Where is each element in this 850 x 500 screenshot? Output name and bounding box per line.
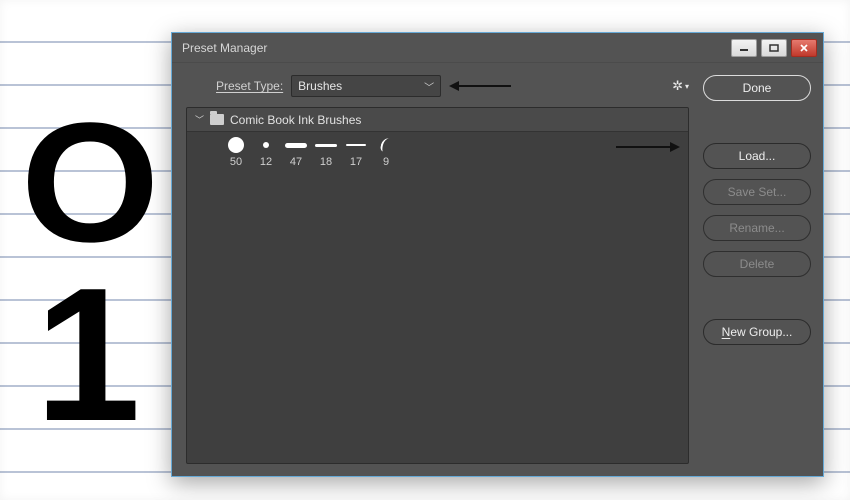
brush-item-50[interactable]: 50 xyxy=(221,136,251,168)
background-letter-1: 1 xyxy=(35,260,135,450)
close-icon xyxy=(799,44,809,52)
preset-type-label: Preset Type: xyxy=(186,79,283,93)
presets-listbox[interactable]: ﹀ Comic Book Ink Brushes 50 12 xyxy=(186,107,689,464)
brush-thumb-icon xyxy=(252,136,280,154)
brush-size-label: 50 xyxy=(230,156,242,168)
brush-size-label: 47 xyxy=(290,156,302,168)
save-set-button-label: Save Set... xyxy=(728,185,787,199)
brush-item-17[interactable]: 17 xyxy=(341,136,371,168)
annotation-arrow-right xyxy=(616,144,680,150)
maximize-icon xyxy=(769,44,779,52)
brush-item-12[interactable]: 12 xyxy=(251,136,281,168)
minimize-button[interactable] xyxy=(731,39,757,57)
minimize-icon xyxy=(739,44,749,52)
delete-button-label: Delete xyxy=(740,257,775,271)
chevron-down-icon: ﹀ xyxy=(195,113,204,126)
preset-type-value: Brushes xyxy=(298,79,342,93)
save-set-button[interactable]: Save Set... xyxy=(703,179,811,205)
done-button-label: Done xyxy=(743,81,772,95)
close-button[interactable] xyxy=(791,39,817,57)
new-group-button-label: New Group... xyxy=(722,325,793,339)
annotation-arrow-left xyxy=(449,83,511,89)
settings-menu-button[interactable]: ✲ ▾ xyxy=(672,78,689,94)
load-button[interactable]: Load... xyxy=(703,143,811,169)
brush-thumb-icon xyxy=(312,136,340,154)
maximize-button[interactable] xyxy=(761,39,787,57)
brush-row: 50 12 47 18 xyxy=(187,132,688,168)
rename-button-label: Rename... xyxy=(729,221,784,235)
brush-thumb-icon xyxy=(342,136,370,154)
brush-size-label: 17 xyxy=(350,156,362,168)
brush-size-label: 12 xyxy=(260,156,272,168)
left-panel: Preset Type: Brushes ﹀ ✲ ▾ ﹀ Co xyxy=(172,63,699,476)
load-button-label: Load... xyxy=(739,149,776,163)
title-bar: Preset Manager xyxy=(172,33,823,63)
brush-size-label: 9 xyxy=(383,156,389,168)
done-button[interactable]: Done xyxy=(703,75,811,101)
preset-type-select[interactable]: Brushes ﹀ xyxy=(291,75,441,97)
right-button-panel: Done Load... Save Set... Rename... Delet… xyxy=(699,63,823,476)
brush-thumb-icon xyxy=(222,136,250,154)
chevron-down-icon: ﹀ xyxy=(424,79,434,94)
brush-item-9[interactable]: 9 xyxy=(371,136,401,168)
caret-down-icon: ▾ xyxy=(685,82,689,91)
preset-manager-dialog: Preset Manager Preset Type: Brushes ﹀ xyxy=(171,32,824,477)
brush-thumb-icon xyxy=(372,136,400,154)
preset-type-row: Preset Type: Brushes ﹀ ✲ ▾ xyxy=(186,75,689,97)
folder-icon xyxy=(210,114,224,125)
brush-item-47[interactable]: 47 xyxy=(281,136,311,168)
gear-icon: ✲ xyxy=(672,78,683,94)
window-title: Preset Manager xyxy=(182,41,727,55)
brush-item-18[interactable]: 18 xyxy=(311,136,341,168)
brush-size-label: 18 xyxy=(320,156,332,168)
brush-group-name: Comic Book Ink Brushes xyxy=(230,113,361,127)
new-group-button[interactable]: New Group... xyxy=(703,319,811,345)
dialog-body: Preset Type: Brushes ﹀ ✲ ▾ ﹀ Co xyxy=(172,63,823,476)
brush-group-header[interactable]: ﹀ Comic Book Ink Brushes xyxy=(187,108,688,132)
background-letter-o: O xyxy=(21,98,160,268)
brush-thumb-icon xyxy=(282,136,310,154)
delete-button[interactable]: Delete xyxy=(703,251,811,277)
rename-button[interactable]: Rename... xyxy=(703,215,811,241)
